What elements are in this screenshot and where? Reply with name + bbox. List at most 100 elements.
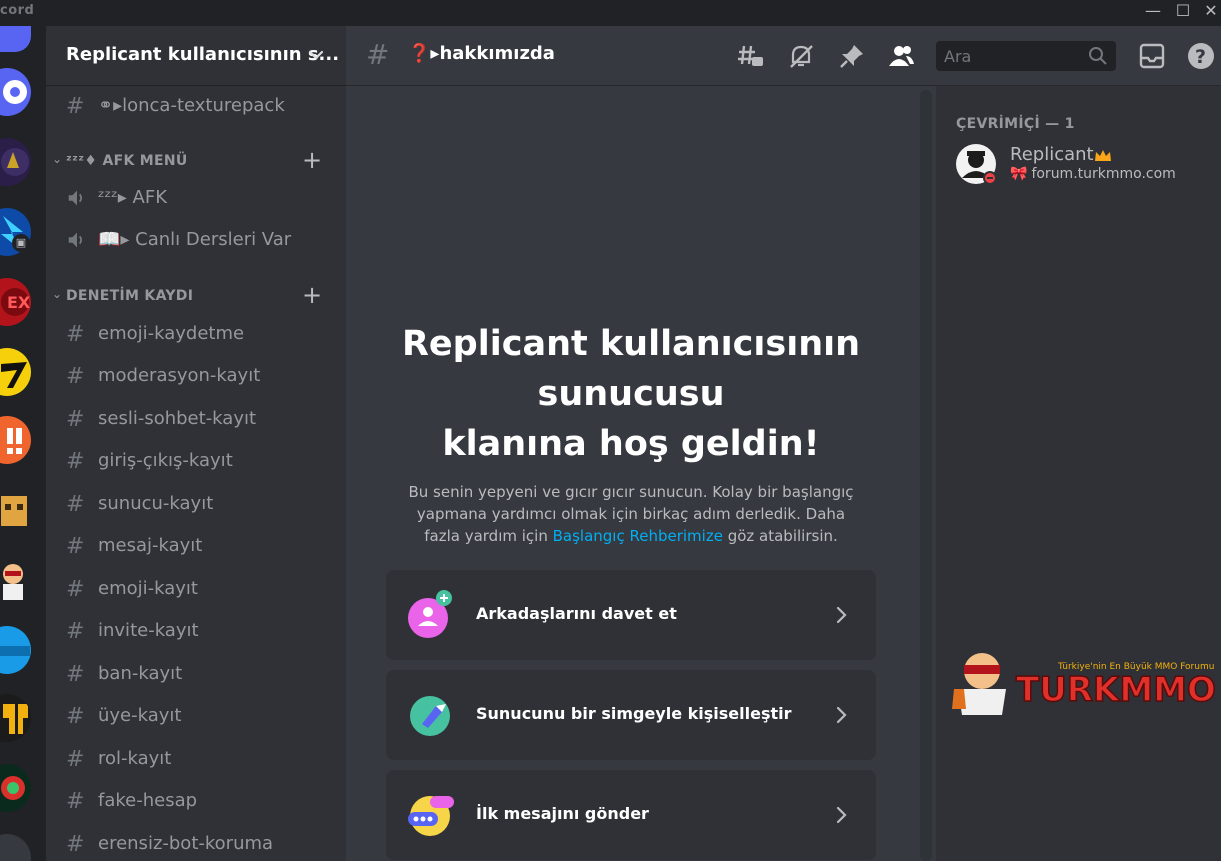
welcome-title-line: klanına hoş geldin! [442,424,820,464]
hashtag-icon: # [66,94,85,119]
welcome-sub-text: göz atabilirsin. [722,527,838,545]
calendar-badge-icon: ▣ [12,234,30,252]
welcome-title-line: Replicant kullanıcısının [401,324,861,364]
close-button[interactable]: ✕ [1194,0,1221,24]
channel-giris-cikis-kayit[interactable]: # giriş-çıkış-kayıt [54,443,330,479]
server-icon-yellow[interactable] [0,348,31,396]
mute-bell-icon[interactable] [787,42,815,70]
hashtag-icon: # [66,322,85,347]
channel-emoji-kayit[interactable]: # emoji-kayıt [54,571,330,607]
customize-icon-card[interactable]: Sunucunu bir simgeyle kişiselleştir [386,670,876,760]
category-label: ᶻᶻᶻ♦ AFK MENÜ [66,153,188,169]
server-icon-red[interactable]: EX [0,278,31,326]
status-text: forum.turkmmo.com [1031,166,1176,182]
server-icon-orange[interactable] [0,416,31,464]
hashtag-icon: # [66,704,85,729]
category-afk-menu[interactable]: ⌄ ᶻᶻᶻ♦ AFK MENÜ + [50,146,340,174]
chevron-down-icon: ⌄ [52,287,63,301]
channel-label: mesaj-kayıt [98,535,203,556]
channel-moderasyon-kayit[interactable]: # moderasyon-kayıt [54,358,330,394]
hashtag-icon: # [66,492,85,517]
starter-guide-link[interactable]: Başlangıç Rehberimize [553,527,723,545]
scrollbar-track[interactable] [920,90,932,861]
main-content: Replicant kullanıcısının sunucusu klanın… [346,26,936,861]
text-logo-icon [0,646,30,656]
guild-header[interactable]: Replicant kullanıcısının s... [46,26,346,86]
chevron-down-icon [308,50,324,60]
category-denetim-kaydi[interactable]: ⌄ DENETİM KAYDI + [50,281,340,309]
server-icon-box[interactable] [0,486,31,534]
hashtag-icon: # [66,619,85,644]
svg-text:EX: EX [7,293,31,312]
hashtag-icon: # [66,577,85,602]
channel-ban-kayit[interactable]: # ban-kayıt [54,656,330,692]
gold-letters-icon [3,704,28,734]
search-box[interactable] [936,41,1116,71]
card-label: Arkadaşlarını davet et [476,604,677,623]
member-name: Replicant [1010,144,1094,165]
brush-icon [410,696,450,736]
server-icon-mascot[interactable] [0,556,31,604]
member-status: 🎀 forum.turkmmo.com [1010,166,1176,182]
channel-sesli-sohbet-kayit[interactable]: # sesli-sohbet-kayıt [54,401,330,437]
server-icon-top[interactable] [0,26,31,52]
help-icon[interactable]: ? [1187,42,1215,70]
channel-label: invite-kayıt [98,620,199,641]
inbox-icon[interactable] [1138,42,1166,70]
add-channel-icon[interactable]: + [302,146,322,174]
channel-label: moderasyon-kayıt [98,365,261,386]
hashtag-icon: # [66,662,85,687]
channel-label: giriş-çıkış-kayıt [98,450,233,471]
pin-icon[interactable] [838,42,866,70]
card-label: İlk mesajını gönder [476,804,649,823]
member-item[interactable]: Replicant 🎀 forum.turkmmo.com [944,140,1214,186]
server-icon-colorful[interactable] [0,764,31,812]
add-channel-icon[interactable]: + [302,281,322,309]
server-icon-cyan[interactable] [0,626,31,674]
minimize-button[interactable]: — [1136,0,1170,24]
discord-app: cord — ☐ ✕ ▣ EX Replicant kullanıcısının… [0,0,1221,861]
hashtag-icon: # [66,407,85,432]
hashtag-icon: # [66,364,85,389]
online-header: ÇEVRİMİÇİ — 1 [956,116,1075,132]
hashtag-icon: # [66,747,85,772]
channel-sunucu-kayit[interactable]: # sunucu-kayıt [54,486,330,522]
channel-label: emoji-kayıt [98,578,198,599]
channel-invite-kayit[interactable]: # invite-kayıt [54,613,330,649]
server-rail: ▣ EX [0,26,46,861]
voice-channel-canli-dersler[interactable]: 📖▸ Canlı Dersleri Var [54,222,330,258]
channel-title: ❓▸hakkımızda [408,43,555,64]
mascot-icon [3,564,23,600]
server-icon-gold[interactable] [0,694,31,742]
welcome-title: Replicant kullanıcısının sunucusu klanın… [346,319,916,469]
avatar [956,144,996,184]
channel-mesaj-kayit[interactable]: # mesaj-kayıt [54,528,330,564]
message-icon [408,796,454,836]
channel-uye-kayit[interactable]: # üye-kayıt [54,698,330,734]
channel-rol-kayit[interactable]: # rol-kayıt [54,741,330,777]
chevron-right-icon [836,706,847,724]
server-icon-gear[interactable] [0,68,31,116]
box-character-icon [1,496,27,526]
members-icon[interactable] [887,42,915,70]
search-input[interactable] [936,41,1086,71]
speaker-icon [68,190,83,206]
welcome-title-line: sunucusu [537,374,725,414]
server-icon-bottom[interactable] [0,834,31,861]
channel-fake-hesap[interactable]: # fake-hesap [54,783,330,819]
channel-emoji-kaydetme[interactable]: # emoji-kaydetme [54,316,330,352]
first-message-card[interactable]: İlk mesajını gönder [386,770,876,860]
app-brand: cord [0,3,35,18]
channel-erensiz-bot-koruma[interactable]: # erensiz-bot-koruma [54,826,330,861]
voice-channel-afk[interactable]: ᶻᶻᶻ▸ AFK [54,180,330,216]
chevron-right-icon [836,606,847,624]
server-icon-emblem[interactable] [0,138,31,186]
gear-icon [3,80,27,104]
threads-icon[interactable] [736,42,764,70]
svg-text:?: ? [1195,46,1206,68]
channel-label: ban-kayıt [98,663,183,684]
channel-lonca-texturepack[interactable]: # ⚭▸lonca-texturepack [54,88,330,124]
ribbon-icon: 🎀 [1010,166,1028,182]
invite-friends-card[interactable]: Arkadaşlarını davet et [386,570,876,660]
channel-label: sunucu-kayıt [98,493,214,514]
